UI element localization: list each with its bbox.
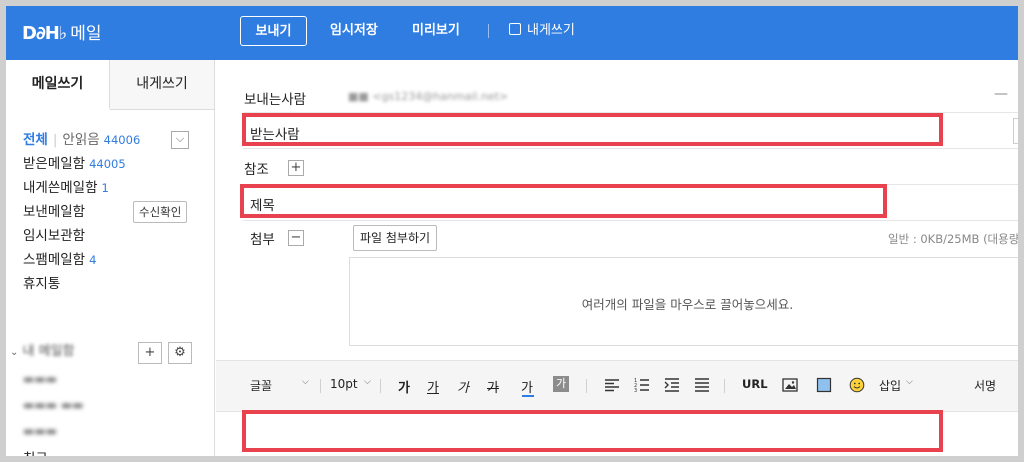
sidebar-item-label: 내게쓴메일함 — [23, 180, 98, 196]
preview-button[interactable]: 미리보기 — [412, 16, 460, 46]
attach-label: 첨부 — [250, 232, 275, 248]
dropzone-text: 여러개의 파일을 마우스로 끌어놓으세요. — [581, 297, 794, 312]
logo-mark: D∂H♭ — [22, 23, 67, 44]
divider — [243, 148, 1018, 149]
highlight-button[interactable]: 가 — [553, 376, 569, 392]
bold-button[interactable]: 가 — [398, 377, 410, 396]
body-highlight-box — [242, 410, 943, 452]
toolbar-divider — [320, 379, 321, 393]
sidebar-item-friend[interactable]: 친구 — [23, 447, 48, 456]
font-size-select[interactable]: 10pt — [330, 377, 358, 391]
sender-label: 보내는사람 — [244, 92, 307, 108]
strikethrough-button[interactable]: 가 — [487, 377, 499, 396]
sidebar-item-trash[interactable]: 휴지통 — [23, 272, 203, 296]
checkbox-icon[interactable] — [509, 23, 521, 35]
toolbar-divider — [380, 379, 381, 393]
add-mailbox-button[interactable]: + — [138, 342, 162, 364]
chevron-down-icon[interactable]: ⌵ — [302, 377, 309, 387]
folder-count: 4 — [89, 253, 97, 267]
folder-list: 전체 | 안읽음 44006 ⌵ 받은메일함 44005 내게쓴메일함 1 보낸메일함 수… — [23, 128, 203, 296]
sidebar-tabs: 메일쓰기 내게쓰기 — [6, 60, 214, 110]
recipient-field[interactable] — [242, 113, 943, 146]
subject-label: 제목 — [250, 198, 275, 214]
unread-count: 44006 — [103, 133, 141, 147]
divider — [243, 220, 1018, 221]
sidebar-item-label: 보낸메일함 — [23, 204, 86, 220]
file-dropzone[interactable]: 여러개의 파일을 마우스로 끌어놓으세요. — [349, 257, 1018, 346]
service-name: 메일 — [70, 24, 102, 44]
sidebar-item-inbox[interactable]: 받은메일함 44005 — [23, 152, 203, 176]
folder-count: 1 — [101, 181, 109, 195]
font-color-swatch — [522, 395, 534, 397]
url-button[interactable]: URL — [742, 377, 768, 391]
blurred-folder[interactable]: ▬▬▬ ▬▬ — [23, 398, 84, 412]
filter-unread[interactable]: 안읽음 — [62, 132, 99, 148]
insert-menu[interactable]: 삽입 — [879, 377, 901, 394]
italic-button[interactable]: 가 — [457, 377, 469, 396]
align-left-icon[interactable] — [604, 377, 620, 393]
chevron-down-icon[interactable]: ⌵ — [171, 131, 189, 149]
send-to-self-label: 내게쓰기 — [527, 23, 575, 38]
attach-size-info: 일반 : 0KB/25MB (대용량 — [888, 232, 1018, 246]
mail-compose-window: D∂H♭ 메일 보내기 임시저장 미리보기 내게쓰기 메일쓰기 내게쓰기 전체 | 안… — [6, 6, 1018, 456]
send-to-self-toggle[interactable]: 내게쓰기 — [509, 16, 575, 46]
sidebar-item-label: 임시보관함 — [23, 228, 86, 244]
sidebar-item-spam[interactable]: 스팸메일함 4 — [23, 248, 203, 272]
logo[interactable]: D∂H♭ 메일 — [22, 19, 102, 44]
send-button[interactable]: 보내기 — [240, 16, 307, 46]
svg-text:3: 3 — [634, 388, 637, 393]
sender-address[interactable]: ■■ <gs1234@hanmail.net> — [348, 90, 508, 103]
my-mailbox-label: 내 메일함 — [22, 344, 75, 359]
line-spacing-icon[interactable] — [694, 377, 710, 393]
tab-write-to-self[interactable]: 내게쓰기 — [110, 60, 214, 109]
filter-row: 전체 | 안읽음 44006 ⌵ — [23, 128, 203, 152]
chevron-down-icon[interactable]: ⌄ — [10, 347, 18, 358]
minus-icon[interactable]: − — [288, 230, 304, 246]
tab-compose[interactable]: 메일쓰기 — [6, 60, 110, 110]
underline-button[interactable]: 가 — [427, 377, 439, 396]
cc-label: 참조 — [244, 162, 269, 178]
recipient-label: 받는사람 — [250, 127, 300, 143]
address-book-button[interactable] — [1013, 118, 1018, 144]
plus-icon[interactable]: + — [288, 160, 304, 176]
toolbar-divider — [586, 379, 587, 393]
attach-file-button[interactable]: 파일 첨부하기 — [353, 225, 438, 251]
sidebar-item-label: 스팸메일함 — [23, 252, 86, 268]
blurred-folder[interactable]: ▬▬▬ — [23, 424, 57, 438]
subject-field[interactable] — [240, 184, 887, 218]
my-mailbox-header[interactable]: ⌄ 내 메일함 + ⚙ — [10, 340, 200, 364]
gear-icon[interactable]: ⚙ — [168, 342, 192, 364]
sidebar-item-label: 받은메일함 — [23, 156, 86, 172]
save-draft-button[interactable]: 임시저장 — [330, 16, 378, 46]
filter-all[interactable]: 전체 — [23, 132, 48, 148]
indent-icon[interactable] — [664, 377, 680, 393]
blurred-folder[interactable]: ▬▬▬ — [23, 372, 57, 386]
signature-button[interactable]: 서명 — [974, 377, 996, 394]
editor-toolbar: 글꼴 ⌵ 10pt ⌵ 가 가 가 가 가 가 123 URL 삽입 ⌵ 서명 — [216, 360, 1018, 412]
top-bar: D∂H♭ 메일 보내기 임시저장 미리보기 내게쓰기 — [6, 6, 1018, 60]
read-receipt-button[interactable]: 수신확인 — [133, 201, 188, 223]
font-color-button[interactable]: 가 — [521, 377, 533, 396]
numbered-list-icon[interactable]: 123 — [634, 377, 650, 393]
toolbar-divider — [724, 379, 725, 393]
collapse-icon[interactable]: — — [994, 86, 1008, 102]
sidebar-item-label: 휴지통 — [23, 276, 61, 292]
emoticon-icon[interactable] — [849, 377, 865, 393]
chevron-down-icon[interactable]: ⌵ — [364, 377, 371, 387]
font-select[interactable]: 글꼴 — [250, 377, 272, 394]
sidebar-item-drafts[interactable]: 임시보관함 — [23, 224, 203, 248]
toolbar-divider — [488, 24, 489, 38]
table-icon[interactable] — [816, 377, 832, 393]
compose-form: 보내는사람 ■■ <gs1234@hanmail.net> — 받는사람 참조 … — [216, 60, 1018, 456]
chevron-down-icon[interactable]: ⌵ — [906, 377, 913, 387]
sidebar-item-self-sent[interactable]: 내게쓴메일함 1 — [23, 176, 203, 200]
sidebar: 메일쓰기 내게쓰기 전체 | 안읽음 44006 ⌵ 받은메일함 44005 내게쓴메일… — [6, 60, 215, 456]
sidebar-item-sent[interactable]: 보낸메일함 수신확인 — [23, 200, 203, 224]
folder-count: 44005 — [89, 157, 126, 171]
image-icon[interactable] — [782, 377, 798, 393]
filter-divider: | — [52, 132, 58, 148]
